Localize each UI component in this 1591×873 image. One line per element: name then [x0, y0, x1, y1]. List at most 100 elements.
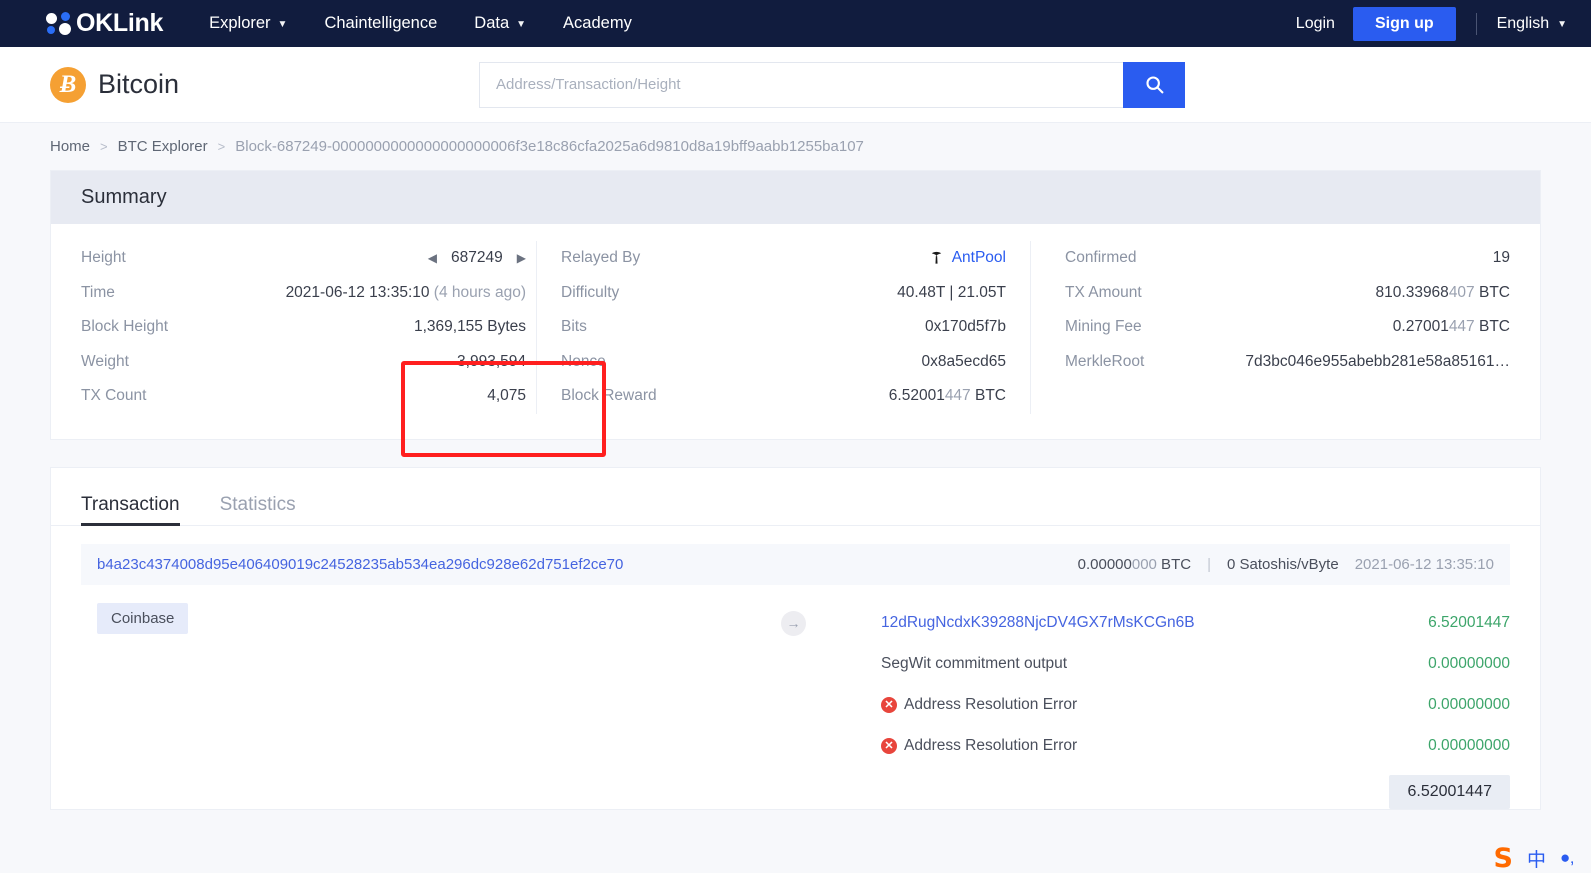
brand-name: OKLink: [76, 9, 164, 37]
label-bits: Bits: [561, 318, 587, 336]
language-label: English: [1496, 14, 1550, 32]
tx-amount-unit: BTC: [1474, 283, 1510, 301]
sogou-ime-toolbar[interactable]: S 中 ●‚: [1483, 843, 1584, 873]
output-total-wrapper: 6.52001447: [881, 774, 1510, 809]
transaction-fee-decimals: 000: [1131, 555, 1157, 573]
label-relayed-by: Relayed By: [561, 249, 641, 267]
summary-row-height: Height ◀ 687249 ▶: [81, 241, 526, 276]
coin-name: Bitcoin: [98, 69, 180, 99]
value-confirmed: 19: [1492, 249, 1510, 267]
next-block-button[interactable]: ▶: [517, 251, 526, 265]
label-merkle-root: MerkleRoot: [1065, 352, 1145, 370]
output-row: ✕ Address Resolution Error 0.00000000: [881, 685, 1510, 726]
oklink-logo[interactable]: OKLink: [46, 9, 163, 38]
output-error-label: ✕ Address Resolution Error: [881, 737, 1077, 755]
tab-statistics[interactable]: Statistics: [220, 494, 296, 525]
mining-fee-main: 0.27001: [1392, 318, 1449, 336]
breadcrumb-current-block: Block-687249-0000000000000000000006f3e18…: [235, 138, 864, 155]
nav-item-data[interactable]: Data ▼: [474, 14, 526, 33]
coinbase-tag[interactable]: Coinbase: [97, 602, 189, 634]
summary-column-3: Confirmed 19 TX Amount 810.33968407 BTC …: [1041, 241, 1510, 414]
nav-divider: [1475, 12, 1477, 35]
summary-row-weight: Weight 3,993,594: [81, 345, 526, 380]
breadcrumb-home[interactable]: Home: [50, 138, 90, 155]
summary-row-merkle-root: MerkleRoot 7d3bc046e955abebb281e58a85161…: [1065, 345, 1510, 380]
nav-item-chaintelligence[interactable]: Chaintelligence: [324, 14, 437, 33]
coin-header: Ƀ Bitcoin: [0, 47, 1591, 123]
summary-body: Height ◀ 687249 ▶ Time 2021-06-12 13:35:…: [51, 224, 1540, 439]
output-amount: 0.00000000: [1428, 655, 1510, 672]
nav-right-group: Login Sign up English ▼: [1278, 6, 1567, 41]
summary-row-tx-count: TX Count 4,075: [81, 379, 526, 414]
summary-row-block-size: Block Height 1,369,155 Bytes: [81, 310, 526, 345]
value-tx-amount: 810.33968407 BTC: [1376, 284, 1510, 302]
summary-card: Summary Height ◀ 687249 ▶ Time 2021-06-1…: [50, 170, 1541, 440]
transaction-outputs: 12dRugNcdxK39288NjcDV4GX7rMsKCGn6B 6.520…: [806, 603, 1510, 809]
antpool-link[interactable]: AntPool: [952, 249, 1006, 267]
label-block-height: Block Height: [81, 318, 169, 336]
label-nonce: Nonce: [561, 352, 606, 370]
output-segwit-label: SegWit commitment output: [881, 655, 1068, 672]
output-row: SegWit commitment output 0.00000000: [881, 644, 1510, 685]
nav-item-academy[interactable]: Academy: [563, 14, 632, 33]
search-icon: [1145, 76, 1163, 94]
label-time: Time: [81, 283, 115, 301]
output-amount: 0.00000000: [1428, 696, 1510, 713]
value-time: 2021-06-12 13:35:10 (4 hours ago): [286, 284, 526, 302]
page-content: Home > BTC Explorer > Block-687249-00000…: [0, 123, 1591, 873]
value-height: ◀ 687249 ▶: [428, 249, 526, 267]
time-relative: (4 hours ago): [433, 283, 526, 301]
transaction-meta: 0.00000000 BTC | 0 Satoshis/vByte 2021-0…: [1078, 556, 1494, 573]
block-reward-unit: BTC: [970, 387, 1006, 405]
output-amount: 0.00000000: [1428, 737, 1510, 754]
value-block-height: 1,369,155 Bytes: [413, 318, 526, 336]
output-row: ✕ Address Resolution Error 0.00000000: [881, 726, 1510, 767]
nav-item-explorer[interactable]: Explorer ▼: [209, 14, 287, 33]
transaction-feerate: 0 Satoshis/vByte: [1226, 555, 1339, 573]
language-selector[interactable]: English ▼: [1497, 15, 1567, 33]
label-confirmed: Confirmed: [1065, 249, 1137, 267]
summary-row-block-reward: Block Reward 6.52001447 BTC: [561, 379, 1006, 414]
nav-item-explorer-label: Explorer: [209, 14, 271, 32]
ime-punctuation-icon[interactable]: ●‚: [1560, 848, 1574, 868]
oklink-dots-icon: [46, 11, 76, 37]
block-reward-main: 6.52001: [888, 387, 945, 405]
output-total-amount: 6.52001447: [1389, 774, 1510, 809]
tab-transaction[interactable]: Transaction: [81, 494, 180, 526]
value-weight: 3,993,594: [457, 352, 526, 370]
transaction-tabs: Transaction Statistics: [51, 468, 1540, 526]
output-error-label: ✕ Address Resolution Error: [881, 696, 1077, 714]
search-button[interactable]: [1123, 61, 1186, 108]
prev-block-button[interactable]: ◀: [428, 251, 437, 265]
ime-language-mode-icon[interactable]: 中: [1527, 845, 1546, 872]
sogou-logo-icon[interactable]: S: [1493, 845, 1512, 872]
error-icon: ✕: [881, 697, 897, 713]
coin-identity[interactable]: Ƀ Bitcoin: [50, 66, 180, 103]
login-button[interactable]: Login: [1278, 15, 1353, 33]
search-bar: [479, 61, 1186, 108]
summary-column-1: Height ◀ 687249 ▶ Time 2021-06-12 13:35:…: [81, 241, 526, 414]
summary-row-tx-amount: TX Amount 810.33968407 BTC: [1065, 276, 1510, 311]
summary-column-2: Relayed By AntPool Difficulty 40.48T | 2…: [536, 241, 1031, 414]
transaction-fee-main: 0.00000: [1077, 555, 1132, 573]
signup-button[interactable]: Sign up: [1352, 6, 1456, 41]
transaction-hash-link[interactable]: b4a23c4374008d95e406409019c24528235ab534…: [97, 556, 623, 573]
summary-row-difficulty: Difficulty 40.48T | 21.05T: [561, 276, 1006, 311]
output-amount: 6.52001447: [1428, 614, 1510, 631]
summary-row-mining-fee: Mining Fee 0.27001447 BTC: [1065, 310, 1510, 345]
transaction-header-row: b4a23c4374008d95e406409019c24528235ab534…: [81, 543, 1510, 585]
pickaxe-icon: [931, 252, 941, 264]
search-input[interactable]: [479, 61, 1124, 108]
breadcrumb-btc-explorer[interactable]: BTC Explorer: [118, 138, 208, 155]
chevron-down-icon: ▼: [1557, 19, 1567, 30]
summary-row-bits: Bits 0x170d5f7b: [561, 310, 1006, 345]
bitcoin-icon: Ƀ: [50, 66, 86, 103]
output-error-text: Address Resolution Error: [904, 696, 1078, 713]
transaction-inputs: Coinbase: [81, 602, 781, 809]
top-navigation-bar: OKLink Explorer ▼ Chaintelligence Data ▼…: [0, 0, 1591, 47]
block-reward-decimals: 447: [944, 387, 971, 405]
value-block-reward: 6.52001447 BTC: [889, 387, 1006, 405]
output-address-link[interactable]: 12dRugNcdxK39288NjcDV4GX7rMsKCGn6B: [881, 614, 1195, 632]
summary-row-relayed-by: Relayed By AntPool: [561, 241, 1006, 276]
breadcrumb-separator: >: [217, 139, 226, 154]
